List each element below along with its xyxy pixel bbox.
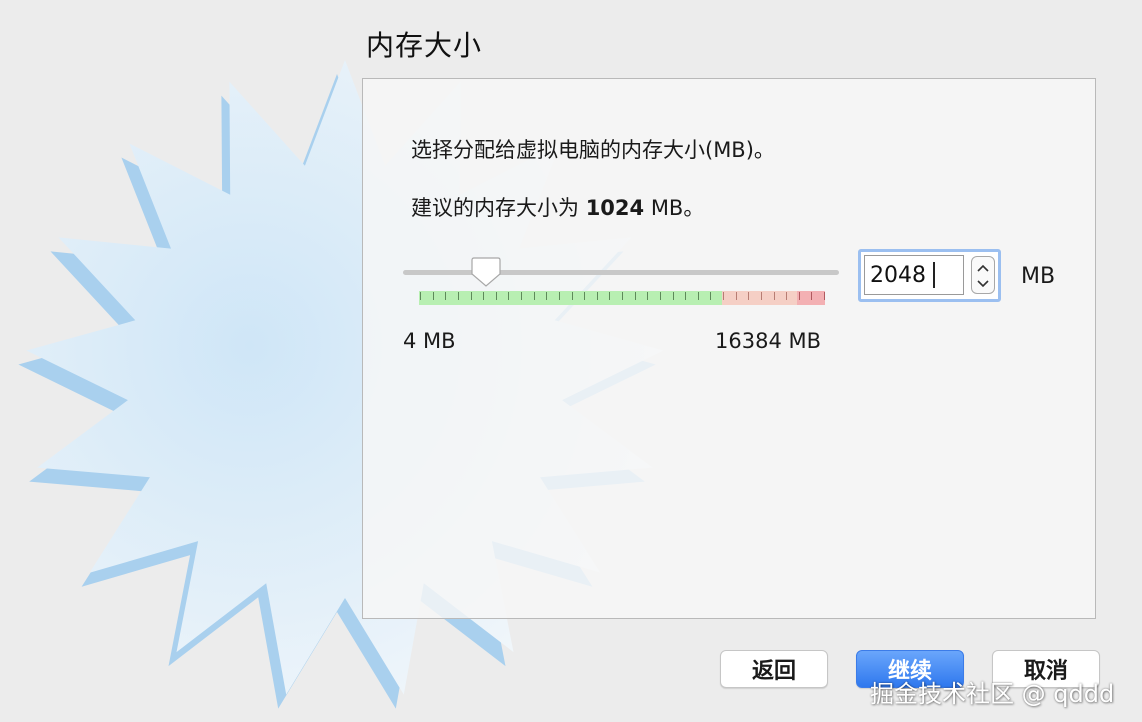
slider-tick xyxy=(786,292,787,300)
slider-tick xyxy=(799,292,800,300)
slider-tick xyxy=(521,292,522,300)
slider-tick xyxy=(685,292,686,300)
slider-tick xyxy=(673,292,674,300)
slider-thumb[interactable] xyxy=(470,256,502,288)
slider-tick xyxy=(572,292,573,300)
slider-tick xyxy=(597,292,598,300)
back-button[interactable]: 返回 xyxy=(720,650,828,688)
memory-size-input[interactable] xyxy=(864,255,964,295)
slider-tick xyxy=(723,292,724,300)
chevron-up-icon[interactable] xyxy=(977,264,989,272)
slider-tick xyxy=(609,292,610,300)
slider-track[interactable] xyxy=(403,270,839,275)
slider-tick xyxy=(534,292,535,300)
memory-unit-label: MB xyxy=(1021,264,1056,289)
slider-tick xyxy=(774,292,775,300)
slider-tick xyxy=(698,292,699,300)
text-cursor xyxy=(933,262,935,288)
slider-max-label: 16384 MB xyxy=(715,329,822,353)
slider-tick xyxy=(483,292,484,300)
recommended-value: 1024 xyxy=(585,196,645,220)
slider-tick xyxy=(420,292,421,300)
slider-tick xyxy=(647,292,648,300)
slider-tick xyxy=(824,292,825,300)
page-title: 内存大小 xyxy=(366,29,483,62)
slider-min-label: 4 MB xyxy=(403,329,456,353)
slider-tick xyxy=(508,292,509,300)
slider-tick xyxy=(622,292,623,300)
slider-tick xyxy=(471,292,472,300)
slider-tick xyxy=(584,292,585,300)
slider-tick xyxy=(811,292,812,300)
slider-tick xyxy=(761,292,762,300)
slider-tick-scale xyxy=(419,291,825,305)
slider-tick xyxy=(660,292,661,300)
recommended-memory-text: 建议的内存大小为 1024 MB。 xyxy=(411,192,704,222)
slider-tick xyxy=(445,292,446,300)
memory-spinbox[interactable] xyxy=(858,249,1001,302)
slider-tick xyxy=(433,292,434,300)
memory-stepper[interactable] xyxy=(971,256,995,294)
slider-tick xyxy=(458,292,459,300)
slider-tick xyxy=(710,292,711,300)
recommended-prefix: 建议的内存大小为 xyxy=(411,196,586,220)
slider-tick xyxy=(736,292,737,300)
watermark: 掘金技术社区 @ qddd xyxy=(870,680,1115,708)
slider-tick xyxy=(748,292,749,300)
memory-panel: 选择分配给虚拟电脑的内存大小(MB)。 建议的内存大小为 1024 MB。 4 … xyxy=(362,78,1096,619)
chevron-down-icon[interactable] xyxy=(977,280,989,288)
slider-tick xyxy=(559,292,560,300)
slider-tick xyxy=(635,292,636,300)
recommended-suffix: MB。 xyxy=(644,196,705,220)
slider-tick xyxy=(496,292,497,300)
slider-tick xyxy=(546,292,547,300)
memory-prompt: 选择分配给虚拟电脑的内存大小(MB)。 xyxy=(411,138,775,162)
